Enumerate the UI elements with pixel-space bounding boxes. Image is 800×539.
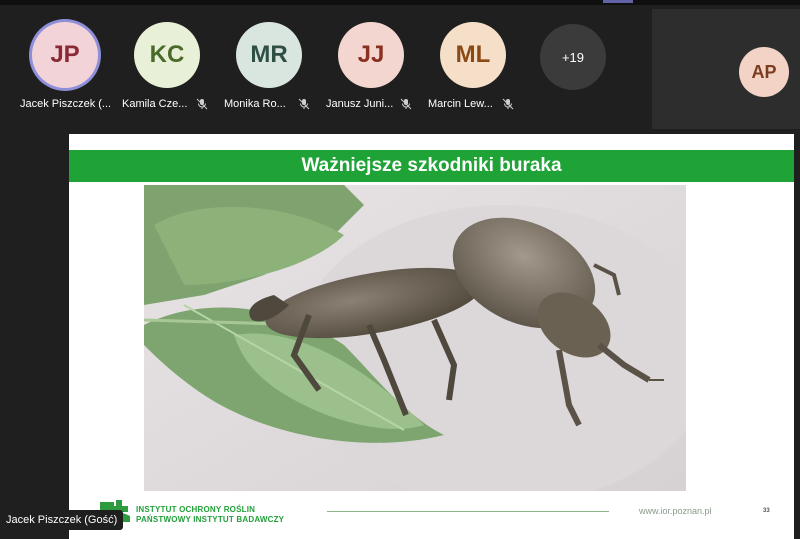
slide-title: Ważniejsze szkodniki buraka	[301, 155, 562, 176]
participant-name: Jacek Piszczek (...	[20, 98, 112, 110]
participants-bar: JP Jacek Piszczek (... KC Kamila Cze... …	[0, 0, 800, 134]
participant-name: Marcin Lew...	[428, 98, 493, 110]
avatar: MR	[236, 22, 302, 88]
mic-off-icon	[196, 98, 208, 110]
self-avatar: AP	[739, 47, 789, 97]
participant-tile[interactable]: KC Kamila Cze...	[122, 22, 224, 122]
more-participants-button[interactable]: +19	[540, 24, 606, 90]
participant-tile[interactable]: JJ Janusz Juni...	[326, 22, 428, 122]
mic-off-icon	[400, 98, 412, 110]
participant-tile[interactable]: ML Marcin Lew...	[428, 22, 530, 122]
slide-page-number: 33	[763, 508, 770, 514]
active-indicator	[603, 0, 633, 3]
self-video-tile[interactable]: AP	[652, 9, 800, 129]
mic-off-icon	[502, 98, 514, 110]
beetle-photo	[144, 185, 686, 491]
org-name: INSTYTUT OCHRONY ROŚLIN	[136, 505, 256, 514]
mic-off-icon	[298, 98, 310, 110]
avatar: JP	[32, 22, 98, 88]
top-strip	[0, 0, 800, 5]
org-subtitle: PAŃSTWOWY INSTYTUT BADAWCZY	[136, 515, 285, 524]
participant-tile[interactable]: MR Monika Ro...	[224, 22, 326, 122]
footer-divider	[327, 511, 609, 512]
participant-name: Janusz Juni...	[326, 98, 394, 110]
participant-name: Monika Ro...	[224, 98, 286, 110]
participant-name: Kamila Cze...	[122, 98, 188, 110]
footer-url: www.ior.poznan.pl	[639, 506, 712, 516]
avatar: KC	[134, 22, 200, 88]
shared-slide: Ważniejsze szkodniki buraka INSTYTUT OCH…	[69, 134, 794, 539]
presenter-name-label: Jacek Piszczek (Gość)	[0, 510, 124, 530]
participant-tile[interactable]: JP Jacek Piszczek (...	[20, 22, 122, 122]
avatar: JJ	[338, 22, 404, 88]
slide-title-bar: Ważniejsze szkodniki buraka	[69, 150, 794, 182]
avatar: ML	[440, 22, 506, 88]
